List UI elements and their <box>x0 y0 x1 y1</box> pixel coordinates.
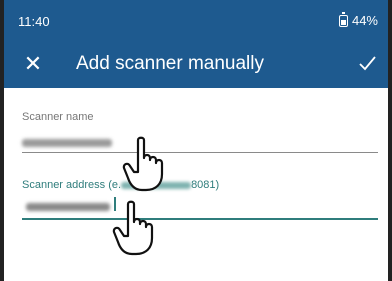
pointing-hand-icon <box>122 136 164 192</box>
scanner-address-label-start: Scanner address (e. <box>22 179 122 191</box>
status-time: 11:40 <box>18 14 50 29</box>
status-bar: 11:40 44% <box>4 0 388 40</box>
battery-icon <box>338 11 348 27</box>
scanner-name-value <box>22 136 112 150</box>
close-icon[interactable]: ✕ <box>22 53 44 75</box>
scanner-address-field[interactable] <box>22 218 378 220</box>
scanner-address-value <box>26 200 110 214</box>
scanner-name-field[interactable] <box>22 152 378 153</box>
battery-percent: 44% <box>351 13 378 28</box>
scanner-address-label-end: 8081) <box>191 179 220 191</box>
scanner-address-label: Scanner address (e. 8081) <box>22 179 219 191</box>
check-icon[interactable] <box>356 52 378 74</box>
scanner-name-label: Scanner name <box>22 111 94 123</box>
app-bar: ✕ Add scanner manually <box>4 40 388 88</box>
page-title: Add scanner manually <box>76 53 264 74</box>
battery-indicator: 44% <box>338 11 378 28</box>
form-area: Scanner name Scanner address (e. 8081) <box>4 88 388 281</box>
pointing-hand-icon <box>112 200 154 256</box>
